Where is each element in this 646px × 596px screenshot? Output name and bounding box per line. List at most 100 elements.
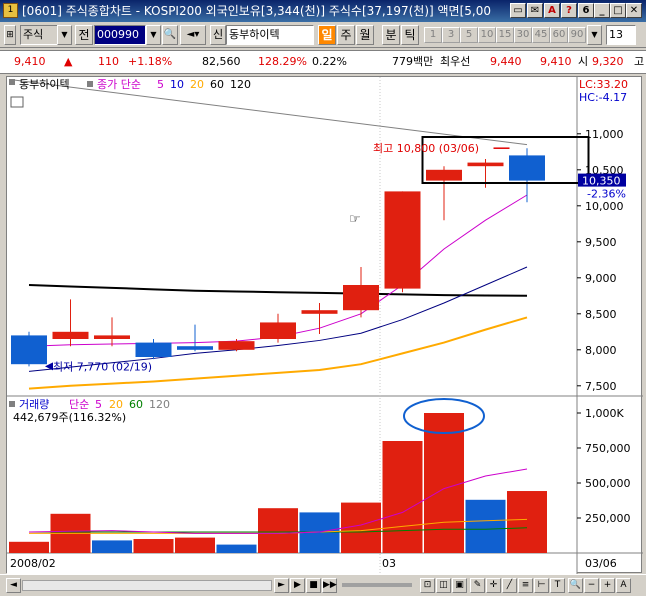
fast-forward-icon[interactable]: ▶▶ [322,578,337,593]
count-input[interactable]: 13 [606,25,636,45]
price-change-pct: +1.18% [128,55,173,68]
volume-handle-icon[interactable] [9,401,15,407]
title-bar: 1 [0601] 주식종합차트 - KOSPI200 외국인보유[3,344(천… [0,0,646,22]
minute-step-10[interactable]: 10 [478,27,496,43]
current-volume-label: 442,679주(116.32%) [13,411,126,424]
scroll-left-icon[interactable]: ◄ [6,578,21,593]
screen-button[interactable]: ▭ [510,3,526,18]
xaxis-label-start: 2008/02 [10,557,56,570]
market-all-button[interactable]: 전 [75,25,93,45]
best-ask-price: 9,440 [490,55,522,68]
candle-body [135,342,172,357]
market-dropdown-icon[interactable]: ▼ [57,25,72,45]
text-tool-icon[interactable]: T [550,578,565,593]
volume-bar [465,499,506,553]
close-button[interactable]: ✕ [626,3,642,18]
search-icon[interactable]: 🔍 [162,25,178,45]
candle-body [509,155,545,181]
horizontal-scrollbar[interactable] [22,580,272,591]
draw-line-icon[interactable]: ✎ [470,578,485,593]
ma-indicator-label: 종가 단순 [97,78,141,91]
split-view-icon[interactable]: ◫ [436,578,451,593]
price-change: 110 [98,55,119,68]
tab-minute[interactable]: 분 [382,25,400,45]
crosshair-icon[interactable]: ✛ [486,578,501,593]
zoom-in-icon[interactable]: 🔍 [568,578,583,593]
minute-step-45[interactable]: 45 [532,27,550,43]
ruler-icon[interactable]: ⊢ [534,578,549,593]
price-ytick-label: 9,500 [585,236,617,249]
turnover-rate: 0.22% [312,55,347,68]
panel-handle-icon[interactable] [9,79,15,85]
minute-step-30[interactable]: 30 [514,27,532,43]
ma-handle-icon[interactable] [87,81,93,87]
speaker-icon[interactable]: ◄▾ [180,25,206,45]
stop-icon[interactable]: ■ [306,578,321,593]
ma-period-10: 10 [170,78,184,91]
open-label: 시 [578,55,589,68]
market-select[interactable]: 주식 [20,25,58,45]
overlay-icon[interactable]: ▣ [452,578,467,593]
code-dropdown-icon[interactable]: ▼ [146,25,161,45]
trade-amount: 779백만 [392,55,434,68]
minute-step-60[interactable]: 60 [550,27,568,43]
price-ytick-label: 11,000 [585,128,624,141]
volume-bar [507,491,547,553]
current-price-tag-label: 10,350 [582,175,621,188]
tab-daily[interactable]: 일 [318,25,336,45]
volume-ytick-label: 250,000 [585,512,631,525]
help-button[interactable]: ? [561,3,577,18]
add-icon[interactable]: + [600,578,615,593]
stock-name-field: 동부하이텍 [226,25,314,45]
pin-icon[interactable]: ⊞ [4,25,16,45]
xaxis-label-mid: 03 [382,557,396,570]
volume-bar [216,544,257,553]
minute-step-1[interactable]: 1 [424,27,442,43]
new-button[interactable]: 신 [210,25,226,45]
trend-icon[interactable]: ╱ [502,578,517,593]
fibonacci-icon[interactable]: ≡ [518,578,533,593]
status-bar: ◄ ► ▶ ■ ▶▶ ⊡ ◫ ▣ ✎ ✛ ╱ ≡ ⊢ T 🔍 − + A [0,574,646,596]
candle-body [426,169,462,181]
zoom-out-icon[interactable]: − [584,578,599,593]
toolbar: ⊞ 주식 ▼ 전 000990 ▼ 🔍 ◄▾ 신 동부하이텍 일 주 월 분 틱… [0,22,646,48]
minute-step-3[interactable]: 3 [442,27,460,43]
font-button[interactable]: A [544,3,560,18]
chart-svg[interactable]: 최고 10,800 (03/06) 최저 7,770 (02/19) ☞ 11,00… [7,77,643,574]
ma-period-60: 60 [210,78,224,91]
tab-tick[interactable]: 틱 [401,25,419,45]
play-icon[interactable]: ▶ [290,578,305,593]
tab-monthly[interactable]: 월 [356,25,374,45]
pointer-cursor-icon: ☞ [349,212,361,227]
volume-ratio: 128.29% [258,55,307,68]
chart-area[interactable]: 최고 10,800 (03/06) 최저 7,770 (02/19) ☞ 11,00… [6,76,643,574]
minute-step-5[interactable]: 5 [460,27,478,43]
volume-panel-title: 거래량 [19,398,49,411]
mail-button[interactable]: ✉ [527,3,543,18]
volume-indicator-label: 단순 [69,398,89,411]
minimize-button[interactable]: _ [594,3,610,18]
step-dropdown-icon[interactable]: ▼ [587,25,602,45]
volume-ytick-label: 500,000 [585,477,631,490]
tab-weekly[interactable]: 주 [337,25,355,45]
link-button[interactable]: 6 [578,3,594,18]
minute-step-15[interactable]: 15 [496,27,514,43]
scroll-right-icon[interactable]: ► [274,578,289,593]
stock-code-input[interactable]: 000990 [94,25,146,45]
up-arrow-icon: ▲ [64,55,73,68]
volume-ma-120: 120 [149,398,170,411]
high-annotation: 최고 10,800 (03/06) [373,142,479,155]
current-price: 9,410 [14,55,46,68]
high-label: 고 [634,55,645,68]
minute-step-90[interactable]: 90 [568,27,586,43]
maximize-button[interactable]: □ [610,3,626,18]
speed-slider[interactable] [342,583,412,587]
text-size-icon[interactable]: A [616,578,631,593]
volume-ma-20: 20 [109,398,123,411]
volume-bar [92,540,132,553]
ma-period-5: 5 [157,78,164,91]
zoom-window-icon[interactable]: ⊡ [420,578,435,593]
volume-bar [258,508,298,553]
ma-period-120: 120 [230,78,251,91]
grid-toggle-icon[interactable] [10,96,24,108]
